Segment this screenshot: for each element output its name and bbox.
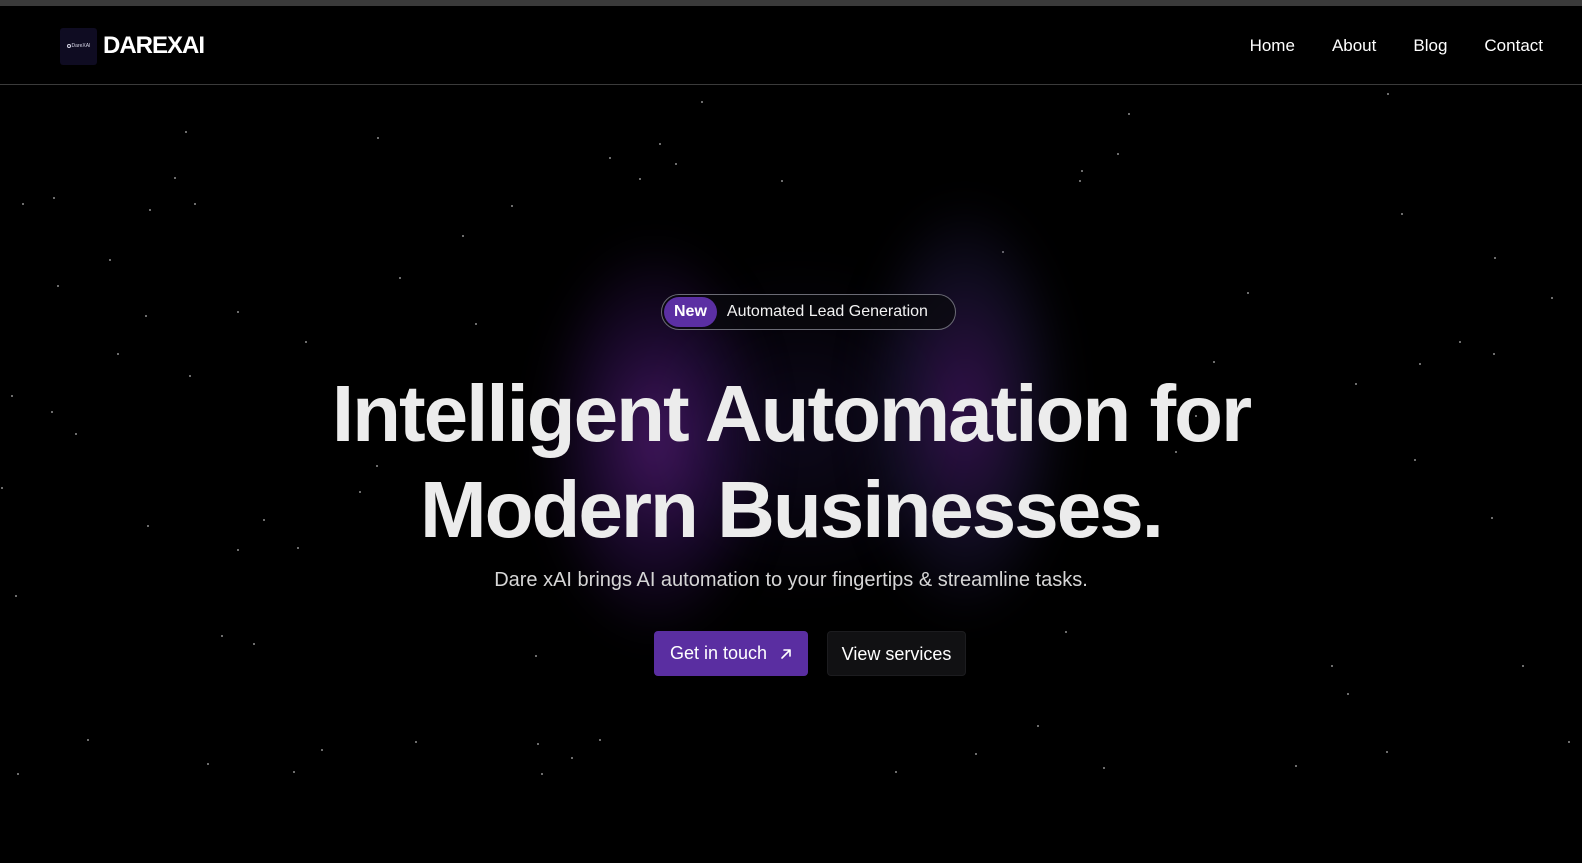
logo-mark-text: DareXAI — [71, 43, 91, 49]
hero-headline: Intelligent Automation for Modern Busine… — [191, 366, 1391, 558]
navbar: DareXAI DAREXAI Home About Blog Contact — [0, 6, 1582, 85]
headline-line-2: Modern Businesses. — [419, 465, 1164, 554]
brand-name: DAREXAI — [103, 32, 205, 59]
get-in-touch-button[interactable]: Get in touch — [654, 631, 808, 676]
get-in-touch-label: Get in touch — [669, 643, 768, 663]
nav-item-blog[interactable]: Blog — [1413, 32, 1447, 60]
hero-subheadline: Dare xAI brings AI automation to your fi… — [494, 569, 1088, 591]
page: DareXAI DAREXAI Home About Blog Contact — [0, 0, 1582, 863]
view-services-label: View services — [841, 644, 952, 664]
nav-item-about[interactable]: About — [1332, 32, 1376, 60]
badge-new-tag: New — [664, 297, 717, 327]
headline-line-1: Intelligent Automation for — [331, 369, 1252, 458]
view-services-button[interactable]: View services — [827, 631, 966, 676]
nav-item-contact[interactable]: Contact — [1484, 32, 1543, 60]
announcement-badge[interactable]: New Automated Lead Generation — [661, 294, 956, 330]
main-nav: Home About Blog Contact — [1213, 32, 1543, 60]
badge-text: Automated Lead Generation — [726, 303, 928, 320]
logo-icon: DareXAI — [60, 27, 97, 65]
nav-item-home[interactable]: Home — [1250, 32, 1295, 60]
brand-logo-link[interactable]: DareXAI DAREXAI — [60, 27, 205, 65]
arrow-up-right-icon — [781, 649, 791, 659]
